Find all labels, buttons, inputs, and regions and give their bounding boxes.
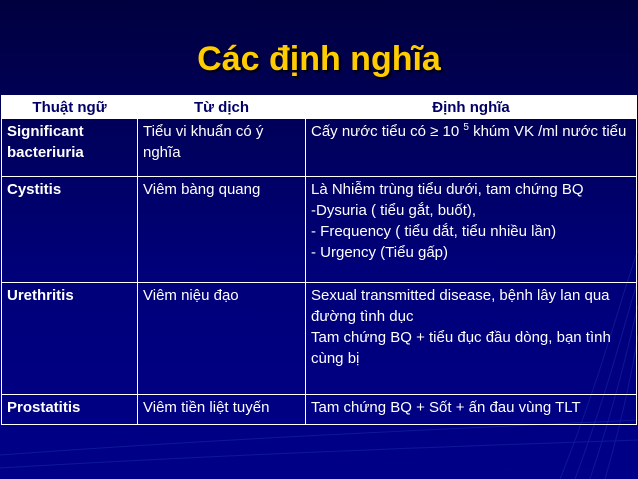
- header-definition: Định nghĩa: [305, 95, 637, 119]
- definition-cell: Là Nhiễm trùng tiểu dưới, tam chứng BQ -…: [305, 176, 637, 283]
- definition-text-rest: khúm VK /ml nước tiểu: [468, 123, 627, 140]
- definition-cell: Tam chứng BQ + Sốt + ấn đau vùng TLT: [305, 394, 637, 425]
- definition-line: Là Nhiễm trùng tiểu dưới, tam chứng BQ: [311, 181, 584, 198]
- header-term: Thuật ngữ: [1, 95, 138, 119]
- table-row: Cystitis Viêm bàng quang Là Nhiễm trùng …: [1, 176, 637, 283]
- header-translation: Từ dịch: [137, 95, 306, 119]
- definition-line: - Urgency (Tiểu gấp): [311, 244, 448, 261]
- table-row: Urethritis Viêm niệu đạo Sexual transmit…: [1, 282, 637, 395]
- term-cell: Urethritis: [1, 282, 138, 395]
- translation-cell: Viêm bàng quang: [137, 176, 306, 283]
- definition-line: Sexual transmitted disease, bệnh lây lan…: [311, 287, 610, 325]
- definition-text: Cấy nước tiểu có ≥ 10: [311, 123, 460, 140]
- table-row: Significant bacteriuria Tiểu vi khuẩn có…: [1, 118, 637, 177]
- definition-line: - Frequency ( tiểu dắt, tiểu nhiều lần): [311, 223, 557, 240]
- table-row: Prostatitis Viêm tiền liệt tuyến Tam chứ…: [1, 394, 637, 425]
- term-cell: Significant bacteriuria: [1, 118, 138, 177]
- translation-cell: Viêm niệu đạo: [137, 282, 306, 395]
- definition-line: Tam chứng BQ + tiểu đục đầu dòng, bạn tì…: [311, 329, 611, 367]
- page-title: Các định nghĩa: [197, 40, 441, 78]
- definition-line: -Dysuria ( tiểu gắt, buốt),: [311, 202, 477, 219]
- translation-cell: Tiểu vi khuẩn có ý nghĩa: [137, 118, 306, 177]
- translation-cell: Viêm tiền liệt tuyến: [137, 394, 306, 425]
- term-cell: Prostatitis: [1, 394, 138, 425]
- term-cell: Cystitis: [1, 176, 138, 283]
- definitions-table: Thuật ngữ Từ dịch Định nghĩa Significant…: [1, 95, 637, 425]
- definition-cell: Sexual transmitted disease, bệnh lây lan…: [305, 282, 637, 395]
- table-header-row: Thuật ngữ Từ dịch Định nghĩa: [1, 95, 637, 119]
- definition-cell: Cấy nước tiểu có ≥ 10 5 khúm VK /ml nước…: [305, 118, 637, 177]
